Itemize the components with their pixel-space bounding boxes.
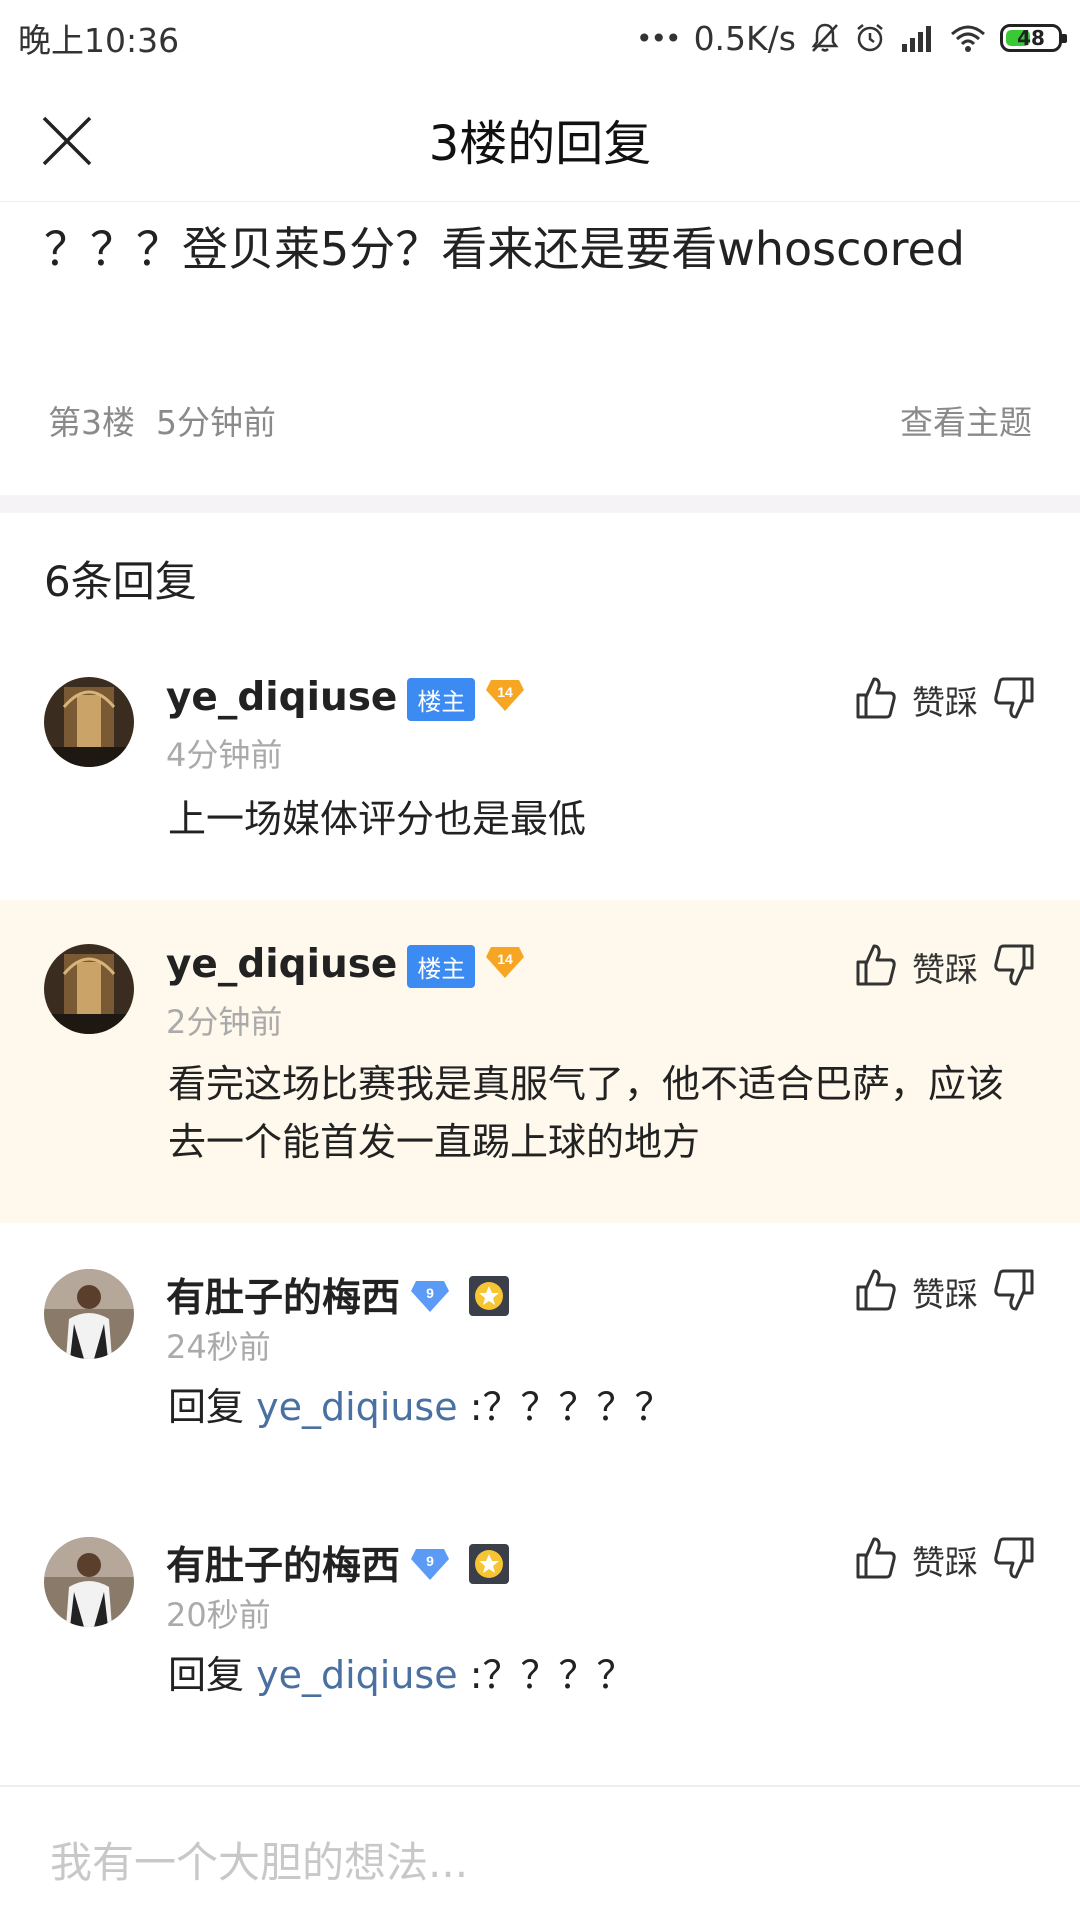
mention-link[interactable]: ye_diqiuse [256,1653,458,1697]
reply-text: 上一场媒体评分也是最低 [168,797,587,841]
mention-link[interactable]: ye_diqiuse [256,1385,458,1429]
avatar[interactable] [44,1537,134,1627]
thumbs-down-icon[interactable] [992,675,1036,725]
reply-time: 2分钟前 [166,1003,283,1041]
level-number: 9 [426,1553,434,1569]
level-badge-icon: 14 [485,944,525,989]
vote-label: 赞踩 [912,1275,978,1314]
status-time: 晚上10:36 [18,21,180,60]
username[interactable]: ye_diqiuse [166,942,397,987]
author-badge: 楼主 [407,678,476,721]
wifi-icon [950,24,986,52]
thumbs-down-icon[interactable] [992,1267,1036,1317]
vote-label: 赞踩 [912,683,978,722]
top-bar: 3楼的回复 [0,76,1080,202]
vote-actions: 赞踩 [854,942,1036,992]
reply-prefix: 回复 [168,1653,245,1697]
thumbs-up-icon[interactable] [854,942,898,992]
reply-text: 看完这场比赛我是真服气了，他不适合巴萨，应该去一个能首发一直踢上球的地方 [168,1062,1005,1164]
username-row: 有肚子的梅西 9 [166,1267,510,1327]
post-floor: 第3楼 [48,403,135,442]
post-time: 5分钟前 [155,403,276,442]
thumbs-up-icon[interactable] [854,675,898,725]
reply-item: 有肚子的梅西 9 24秒前 回复 ye_diqiuse :？？？？？ 赞踩 [0,1223,1080,1491]
level-number: 14 [498,684,514,700]
reply-body: :？？？？？ [469,1385,673,1429]
reply-item: 有肚子的梅西 9 20秒前 回复 ye_diqiuse :？？？？ 赞踩 [0,1491,1080,1759]
vote-label: 赞踩 [912,1543,978,1582]
avatar[interactable] [44,1269,134,1359]
level-badge-icon: 14 [485,677,525,722]
level-badge-icon: 9 [410,1278,450,1323]
username[interactable]: 有肚子的梅西 [166,1544,400,1589]
avatar[interactable] [44,944,134,1034]
reply-body: :？？？？ [469,1653,635,1697]
username-row: ye_diqiuse 楼主 14 [166,942,525,989]
vote-actions: 赞踩 [854,1535,1036,1585]
page-title: 3楼的回复 [428,115,652,172]
reply-text: 回复 ye_diqiuse :？？？？ [168,1646,1032,1704]
battery-icon: 48 [1000,24,1067,52]
username[interactable]: ye_diqiuse [166,675,397,720]
close-icon [42,116,92,166]
reply-time: 4分钟前 [166,736,283,774]
post-text: ？？？登贝莱5分？看来还是要看whoscored [44,222,965,276]
view-topic-link[interactable]: 查看主题 [900,396,1032,444]
signal-icon [900,24,936,52]
avatar[interactable] [44,677,134,767]
medal-icon [468,1275,510,1327]
network-speed: 0.5K/s [693,18,796,58]
mute-bell-icon [810,22,840,54]
level-badge-icon: 9 [410,1546,450,1591]
thumbs-down-icon[interactable] [992,1535,1036,1585]
reply-item: ye_diqiuse 楼主 14 4分钟前 上一场媒体评分也是最低 赞踩 [0,645,1080,900]
level-number: 14 [498,951,514,967]
thumbs-down-icon[interactable] [992,942,1036,992]
more-dots: ••• [636,21,682,55]
status-icons: ••• 0.5K/s 48 [636,18,1067,58]
medal-icon [468,1543,510,1595]
thumbs-up-icon[interactable] [854,1267,898,1317]
username[interactable]: 有肚子的梅西 [166,1276,400,1321]
reply-input-bar[interactable]: 我有一个大胆的想法... [0,1785,1080,1920]
status-bar: 晚上10:36 ••• 0.5K/s 48 [0,0,1080,76]
vote-actions: 赞踩 [854,675,1036,725]
vote-label: 赞踩 [912,950,978,989]
reply-count: 6条回复 [44,557,197,606]
reply-item-highlighted: ye_diqiuse 楼主 14 2分钟前 看完这场比赛我是真服气了，他不适合巴萨，… [0,900,1080,1223]
post-floor-time: 第3楼 5分钟前 [48,396,276,444]
username-row: 有肚子的梅西 9 [166,1535,510,1595]
close-button[interactable] [36,110,98,172]
reply-time: 20秒前 [166,1596,271,1634]
vote-actions: 赞踩 [854,1267,1036,1317]
reply-prefix: 回复 [168,1385,245,1429]
author-badge: 楼主 [407,945,476,988]
section-divider [0,495,1080,513]
reply-time: 24秒前 [166,1328,271,1366]
alarm-icon [854,22,886,54]
reply-input[interactable]: 我有一个大胆的想法... [50,1829,468,1890]
username-row: ye_diqiuse 楼主 14 [166,675,525,722]
level-number: 9 [426,1285,434,1301]
thumbs-up-icon[interactable] [854,1535,898,1585]
reply-text: 回复 ye_diqiuse :？？？？？ [168,1378,1032,1436]
battery-level: 48 [1017,26,1045,50]
original-post: ？？？登贝莱5分？看来还是要看whoscored [0,202,1080,495]
